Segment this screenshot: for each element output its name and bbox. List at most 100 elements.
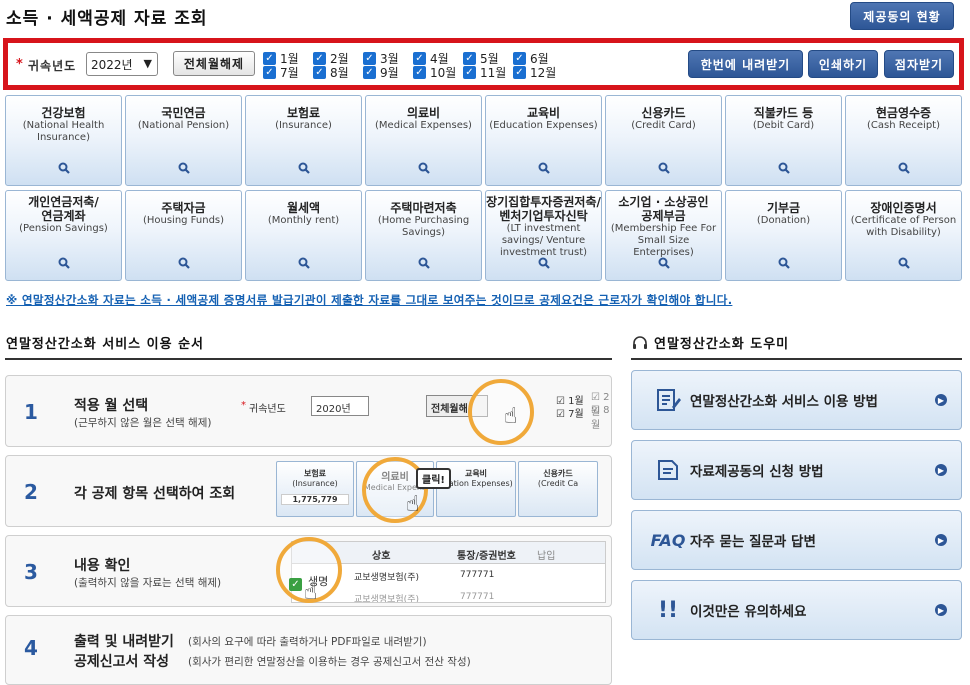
pointer-hand-icon: ☝ <box>406 492 420 517</box>
category-card[interactable]: 현금영수증 (Cash Receipt) <box>845 95 962 186</box>
category-card[interactable]: 주택마련저축 (Home Purchasing Savings) <box>365 190 482 281</box>
search-icon <box>418 254 430 269</box>
category-card[interactable]: 의료비 (Medical Expenses) <box>365 95 482 186</box>
step-subtitle: (근무하지 않은 월은 선택 해제) <box>74 417 212 429</box>
month-label: 12월 <box>530 65 557 80</box>
step-4: 4 출력 및 내려받기 (회사의 요구에 따라 출력하거나 PDF파일로 내려받… <box>5 615 612 685</box>
category-card[interactable]: 월세액 (Monthly rent) <box>245 190 362 281</box>
pointer-hand-icon: ☝ <box>504 404 518 429</box>
category-english: (Education Expenses) <box>489 120 598 131</box>
category-english: (Pension Savings) <box>19 223 108 234</box>
category-card[interactable]: 건강보험 (National Health Insurance) <box>5 95 122 186</box>
category-card[interactable]: 기부금 (Donation) <box>725 190 842 281</box>
step-title: 내용 확인 <box>74 558 131 574</box>
step-2: 2 각 공제 항목 선택하여 조회 보험료 (Insurance) 1,775,… <box>5 455 612 527</box>
category-name: 교육비 <box>526 106 561 120</box>
month-label: 10월 <box>430 65 457 80</box>
month-checkbox[interactable]: ✓ 11월 <box>463 65 507 80</box>
chevron-down-icon: ▼ <box>143 57 152 70</box>
clear-all-months-button[interactable]: 전체월해제 <box>173 51 255 76</box>
step-number: 3 <box>24 560 38 584</box>
category-card[interactable]: 장기집합투자증권저축/ 벤처기업투자신탁 (LT investment savin… <box>485 190 602 281</box>
search-icon <box>778 254 790 269</box>
search-icon <box>538 159 550 174</box>
step-subtitle: (회사의 요구에 따라 출력하거나 PDF파일로 내려받기) <box>188 636 427 648</box>
step-title-2: 공제신고서 작성 <box>74 654 170 670</box>
category-card[interactable]: 국민연금 (National Pension) <box>125 95 242 186</box>
category-english: (Monthly rent) <box>267 215 340 226</box>
checkbox-checked-icon: ✓ <box>463 51 476 65</box>
category-name: 직불카드 등 <box>753 106 814 120</box>
arrow-right-icon: ▶ <box>935 604 947 616</box>
help-caution-button[interactable]: !! 이것만은 유의하세요 ▶ <box>631 580 962 640</box>
illus-cell-insurance: 보험료 (Insurance) 1,775,779 <box>276 461 354 517</box>
help-faq-button[interactable]: FAQ 자주 묻는 질문과 답변 ▶ <box>631 510 962 570</box>
checkbox-checked-icon: ✓ <box>513 51 526 65</box>
illus-m8: ☑ 8월 <box>591 405 610 431</box>
illus-year-select: 2020년 <box>311 396 369 416</box>
esign-button[interactable]: 점자받기 <box>884 50 954 78</box>
help-section-title: 연말정산간소화 도우미 <box>632 333 789 352</box>
category-card[interactable]: 장애인증명서 (Certificate of Person with Disabi… <box>845 190 962 281</box>
highlight-circle <box>468 379 534 445</box>
category-card[interactable]: 주택자금 (Housing Funds) <box>125 190 242 281</box>
category-name: 의료비 <box>406 106 441 120</box>
category-english: (Donation) <box>756 215 811 226</box>
year-select[interactable]: 2022년 ▼ <box>86 52 158 76</box>
category-name: 보험료 <box>286 106 321 120</box>
checkbox-checked-icon: ✓ <box>313 65 326 79</box>
arrow-right-icon: ▶ <box>935 534 947 546</box>
page-title: 소득 · 세액공제 자료 조회 <box>6 9 208 29</box>
year-value: 2022년 <box>91 57 133 72</box>
step-1: 1 적용 월 선택 (근무하지 않은 월은 선택 해제) * 귀속년도 2020… <box>5 375 612 447</box>
category-card[interactable]: 소기업 · 소상공인 공제부금 (Membership Fee For Small… <box>605 190 722 281</box>
search-icon <box>178 159 190 174</box>
month-checkbox[interactable]: ✓ 10월 <box>413 65 457 80</box>
month-label: 9월 <box>380 65 399 80</box>
step-number: 1 <box>24 400 38 424</box>
category-card[interactable]: 신용카드 (Credit Card) <box>605 95 722 186</box>
category-name: 주택마련저축 <box>390 201 457 215</box>
help-label: 이것만은 유의하세요 <box>690 604 807 620</box>
checkbox-checked-icon: ✓ <box>313 51 326 65</box>
checkbox-checked-icon: ✓ <box>513 65 526 79</box>
checkbox-checked-icon: ✓ <box>263 65 276 79</box>
step-1-illustration: * 귀속년도 2020년 전체월해 ☑ 1월 ☑ 7월 ☑ 2월 ☑ 8월 <box>241 392 610 431</box>
category-card[interactable]: 교육비 (Education Expenses) <box>485 95 602 186</box>
category-name: 소기업 · 소상공인 공제부금 <box>618 195 709 223</box>
month-label: 8월 <box>330 65 349 80</box>
illus-cell-credit: 신용카드 (Credit Ca <box>518 461 598 517</box>
search-icon <box>298 159 310 174</box>
month-checkbox[interactable]: ✓ 7월 <box>263 65 299 80</box>
step-title: 각 공제 항목 선택하여 조회 <box>74 486 236 502</box>
edit-doc-icon <box>650 387 686 413</box>
step-3: 3 내용 확인 (출력하지 않을 자료는 선택 해제) 상호 통장/증권번호 납… <box>5 535 612 607</box>
help-label: 자료제공동의 신청 방법 <box>690 464 824 480</box>
month-checkbox[interactable]: ✓ 12월 <box>513 65 557 80</box>
search-icon <box>418 159 430 174</box>
consent-status-button[interactable]: 제공동의 현황 <box>850 2 954 30</box>
month-checkbox[interactable]: ✓ 9월 <box>363 65 399 80</box>
print-button[interactable]: 인쇄하기 <box>808 50 878 78</box>
category-card[interactable]: 보험료 (Insurance) <box>245 95 362 186</box>
help-usage-button[interactable]: 연말정산간소화 서비스 이용 방법 ▶ <box>631 370 962 430</box>
month-label: 11월 <box>480 65 507 80</box>
search-icon <box>58 159 70 174</box>
steps-section-title: 연말정산간소화 서비스 이용 순서 <box>6 337 205 352</box>
help-label: 자주 묻는 질문과 답변 <box>690 534 816 550</box>
category-english: (Cash Receipt) <box>867 120 940 131</box>
category-english: (Credit Card) <box>631 120 696 131</box>
notice-text[interactable]: ※ 연말정산간소화 자료는 소득 · 세액공제 증명서류 발급기관이 제출한 자… <box>6 292 732 308</box>
month-label: 7월 <box>280 65 299 80</box>
step-subtitle-2: (회사가 편리한 연말정산을 이용하는 경우 공제신고서 전산 작성) <box>188 656 471 668</box>
category-english: (Home Purchasing Savings) <box>377 215 470 238</box>
help-consent-button[interactable]: 자료제공동의 신청 방법 ▶ <box>631 440 962 500</box>
download-all-button[interactable]: 한번에 내려받기 <box>688 50 803 78</box>
category-card[interactable]: 개인연금저축/ 연금계좌 (Pension Savings) <box>5 190 122 281</box>
category-card[interactable]: 직불카드 등 (Debit Card) <box>725 95 842 186</box>
category-name: 현금영수증 <box>875 106 932 120</box>
month-checkbox[interactable]: ✓ 8월 <box>313 65 349 80</box>
search-icon <box>178 254 190 269</box>
search-icon <box>298 254 310 269</box>
category-name: 신용카드 <box>641 106 686 120</box>
